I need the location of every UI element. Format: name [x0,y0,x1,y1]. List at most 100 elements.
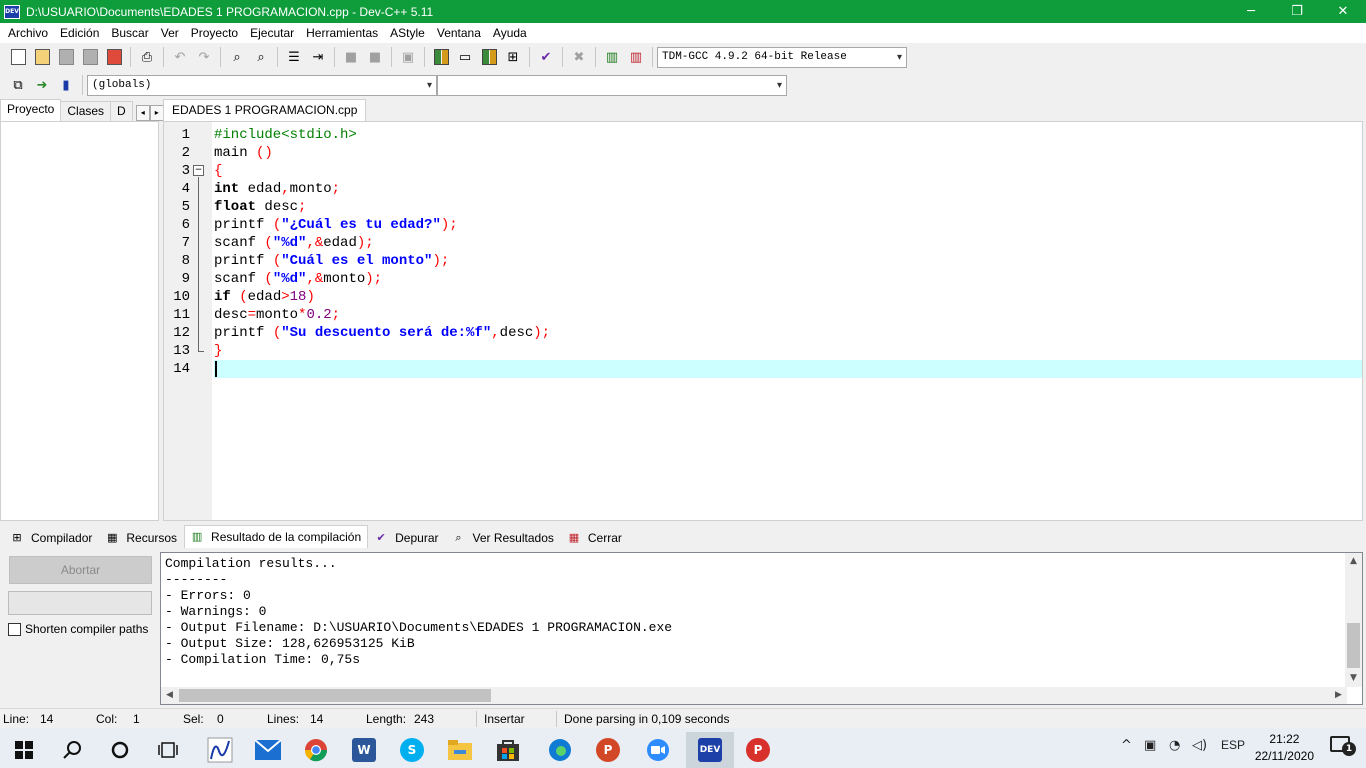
tab-debug[interactable]: D [110,101,133,121]
code-line[interactable]: scanf ("%d",&edad); [214,234,1362,252]
code-line[interactable]: { [214,162,1362,180]
minimize-button[interactable]: ─ [1228,0,1274,23]
delete-profile-icon[interactable]: ▥ [626,47,646,67]
compile-output[interactable]: Compilation results... -------- - Errors: … [160,552,1363,705]
redo-icon[interactable]: ↷ [194,47,214,67]
scroll-left-icon[interactable]: ◀ [161,687,178,704]
psiphon-icon[interactable]: P [734,732,782,768]
menu-ventana[interactable]: Ventana [431,23,487,43]
scroll-right-icon[interactable]: ▶ [1330,687,1347,704]
scroll-down-icon[interactable]: ▼ [1345,670,1362,687]
menu-astyle[interactable]: AStyle [384,23,431,43]
zoom-icon[interactable] [634,732,682,768]
open-file-icon[interactable] [32,47,52,67]
code-editor[interactable]: 1 2 3 4 5 6 7 8 9 10 11 12 13 14− #include<stdio.h> ma… [163,121,1363,521]
menu-ejecutar[interactable]: Ejecutar [244,23,300,43]
menu-ayuda[interactable]: Ayuda [487,23,533,43]
code-line[interactable]: float desc; [214,198,1362,216]
abort-button[interactable]: Abortar [9,556,152,584]
indent-icon[interactable]: ☰ [284,47,304,67]
code-line[interactable]: if (edad>18) [214,288,1362,306]
powerpoint-icon[interactable]: P [584,732,632,768]
current-code-line[interactable] [214,360,1362,378]
rebuild-all-icon[interactable]: ⊞ [503,47,523,67]
toggle-bookmark-icon[interactable]: ➜ [32,75,52,95]
tab-resultado-compilacion[interactable]: ▥ Resultado de la compilación [184,525,369,548]
goto-bookmark-icon[interactable]: ▮ [56,75,76,95]
find-icon[interactable]: ⌕ [227,47,247,67]
checkbox-box[interactable] [8,622,21,636]
profile-icon[interactable]: ▥ [602,47,622,67]
tab-ver-resultados[interactable]: ⌕ Ver Resultados [446,527,561,548]
code-line[interactable]: printf ("¿Cuál es tu edad?"); [214,216,1362,234]
graph-app-icon[interactable] [196,732,244,768]
compiler-select[interactable]: TDM-GCC 4.9.2 64-bit Release ▾ [657,46,907,68]
code-line[interactable]: printf ("Su descuento será de:%f",desc); [214,324,1362,342]
start-icon[interactable] [0,732,48,768]
menu-buscar[interactable]: Buscar [105,23,154,43]
restore-button[interactable]: ❐ [1274,0,1320,23]
code-line[interactable]: printf ("Cuál es el monto"); [214,252,1362,270]
scroll-up-icon[interactable]: ▲ [1345,553,1362,570]
taskbar-clock[interactable]: 21:22 22/11/2020 [1255,731,1314,765]
save-icon[interactable] [56,47,76,67]
file-explorer-icon[interactable] [436,732,484,768]
compile-icon[interactable] [431,47,451,67]
skype-icon[interactable]: S [388,732,436,768]
tab-clases[interactable]: Clases [60,101,112,121]
project-options-icon[interactable]: ▣ [398,47,418,67]
code-line[interactable]: desc=monto*0.2; [214,306,1362,324]
tab-recursos[interactable]: ▦ Recursos [99,527,184,548]
mail-icon[interactable] [244,732,292,768]
project-tree[interactable] [0,121,159,521]
store-icon[interactable] [484,732,532,768]
scope-select[interactable]: (globals) ▾ [87,74,437,96]
network-status-icon[interactable]: ▣ [1144,738,1156,753]
menu-archivo[interactable]: Archivo [2,23,54,43]
show-hidden-icons-icon[interactable]: ^ [1121,738,1132,753]
task-view-icon[interactable] [144,732,192,768]
menu-herramientas[interactable]: Herramientas [300,23,384,43]
tab-scroll-right-icon[interactable]: ▸ [149,105,164,121]
tab-proyecto[interactable]: Proyecto [0,99,62,121]
run-icon[interactable]: ▭ [455,47,475,67]
shorten-paths-checkbox[interactable]: Shorten compiler paths [8,622,148,636]
language-indicator[interactable]: ESP [1221,738,1245,752]
tab-cerrar[interactable]: ▦ Cerrar [561,527,629,548]
tab-scroll-left-icon[interactable]: ◂ [135,105,150,121]
code-line[interactable]: #include<stdio.h> [214,126,1362,144]
code-line[interactable]: scanf ("%d",&monto); [214,270,1362,288]
search-icon[interactable] [48,732,96,768]
syntax-check-icon[interactable]: ✔ [536,47,556,67]
replace-icon[interactable]: ⌕ [251,47,271,67]
word-icon[interactable]: W [340,732,388,768]
close-file-icon[interactable] [104,47,124,67]
code-line[interactable]: int edad,monto; [214,180,1362,198]
notification-center-icon[interactable]: 1 [1330,736,1356,758]
add-to-project-icon[interactable]: ■ [341,47,361,67]
scroll-thumb[interactable] [1347,623,1360,668]
wifi-icon[interactable]: ◔ [1169,738,1180,753]
code-line[interactable]: main () [214,144,1362,162]
vertical-scrollbar[interactable]: ▲ ▼ [1345,553,1362,687]
code-line[interactable]: } [214,342,1362,360]
tab-depurar[interactable]: ✔ Depurar [368,527,445,548]
chrome-icon[interactable] [292,732,340,768]
close-button[interactable]: ✕ [1320,0,1366,23]
compile-run-icon[interactable] [479,47,499,67]
save-all-icon[interactable] [80,47,100,67]
cortana-icon[interactable] [96,732,144,768]
devcpp-taskbar-icon[interactable]: DEV [686,732,734,768]
insert-icon[interactable]: ⧉ [8,75,28,95]
menu-ver[interactable]: Ver [155,23,185,43]
edge-icon[interactable] [536,732,584,768]
editor-tab-file[interactable]: EDADES 1 PROGRAMACION.cpp [163,99,367,121]
goto-line-icon[interactable]: ⇥ [308,47,328,67]
volume-icon[interactable]: ◁) [1192,738,1207,753]
fold-collapse-icon[interactable]: − [193,165,204,176]
new-file-icon[interactable] [8,47,28,67]
menu-proyecto[interactable]: Proyecto [185,23,244,43]
horizontal-scrollbar[interactable]: ◀ ▶ [161,687,1347,704]
stop-execution-icon[interactable]: ✖ [569,47,589,67]
tab-compilador[interactable]: ⊞ Compilador [4,527,99,548]
